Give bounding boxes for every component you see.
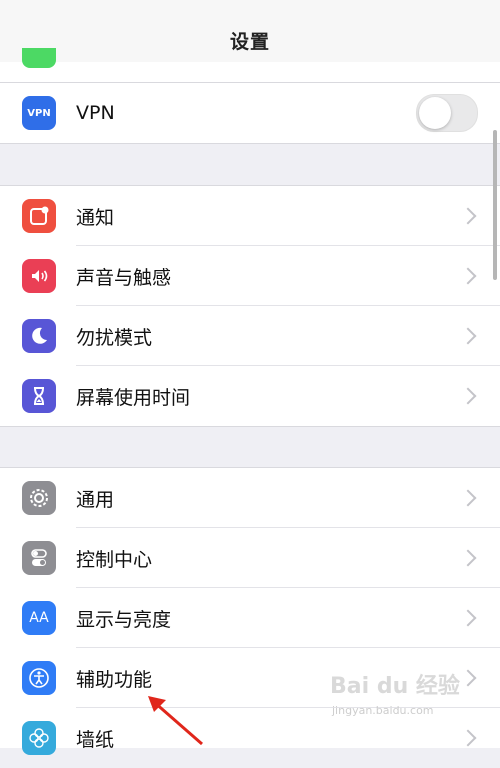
chevron-right-icon xyxy=(459,207,477,225)
chevron-right-icon xyxy=(459,489,477,507)
moon-icon xyxy=(22,319,56,353)
chevron-right-icon xyxy=(459,267,477,285)
settings-row-display[interactable]: AA 显示与亮度 xyxy=(0,588,500,648)
settings-row-do-not-disturb[interactable]: 勿扰模式 xyxy=(0,306,500,366)
notification-icon xyxy=(22,199,56,233)
settings-row-label: 屏幕使用时间 xyxy=(76,386,191,409)
chevron-right-icon xyxy=(459,327,477,345)
vpn-icon: VPN xyxy=(22,96,56,130)
speaker-icon xyxy=(22,259,56,293)
accessibility-icon xyxy=(22,661,56,695)
vpn-row[interactable]: VPN VPN xyxy=(0,83,500,143)
cellular-icon xyxy=(22,48,56,68)
wallpaper-icon xyxy=(22,721,56,755)
settings-row-label: 勿扰模式 xyxy=(76,326,153,349)
toggle-knob xyxy=(419,97,451,129)
settings-row-label: 控制中心 xyxy=(76,548,153,571)
annotation-arrow-icon xyxy=(148,696,203,746)
settings-row-label: 声音与触感 xyxy=(76,266,172,289)
partial-row xyxy=(0,48,500,82)
toggles-icon xyxy=(22,541,56,575)
chevron-right-icon xyxy=(459,387,477,405)
chevron-right-icon xyxy=(459,729,477,747)
settings-row-label: 通用 xyxy=(76,488,115,511)
settings-row-label: 显示与亮度 xyxy=(76,608,172,631)
settings-row-wallpaper[interactable]: 墙纸 xyxy=(0,708,500,768)
settings-row-notifications[interactable]: 通知 xyxy=(0,186,500,246)
settings-group-2: 通用 控制中心 AA 显示与亮度 辅助功能 墙纸 xyxy=(0,468,500,755)
vpn-label: VPN xyxy=(76,102,115,124)
chevron-right-icon xyxy=(459,549,477,567)
settings-row-label: 墙纸 xyxy=(76,728,115,751)
text-size-icon: AA xyxy=(22,601,56,635)
vpn-group: VPN VPN xyxy=(0,83,500,143)
page-title: 设置 xyxy=(229,30,270,53)
scroll-indicator[interactable] xyxy=(493,130,497,280)
settings-row-sounds[interactable]: 声音与触感 xyxy=(0,246,500,306)
settings-row-label: 通知 xyxy=(76,206,115,229)
vpn-toggle[interactable] xyxy=(416,94,478,132)
settings-row-control-center[interactable]: 控制中心 xyxy=(0,528,500,588)
settings-row-general[interactable]: 通用 xyxy=(0,468,500,528)
settings-row-accessibility[interactable]: 辅助功能 xyxy=(0,648,500,708)
settings-row-screen-time[interactable]: 屏幕使用时间 xyxy=(0,366,500,426)
hourglass-icon xyxy=(22,379,56,413)
chevron-right-icon xyxy=(459,669,477,687)
gear-icon xyxy=(22,481,56,515)
chevron-right-icon xyxy=(459,609,477,627)
settings-group-1: 通知 声音与触感 勿扰模式 屏幕使用时间 xyxy=(0,186,500,426)
